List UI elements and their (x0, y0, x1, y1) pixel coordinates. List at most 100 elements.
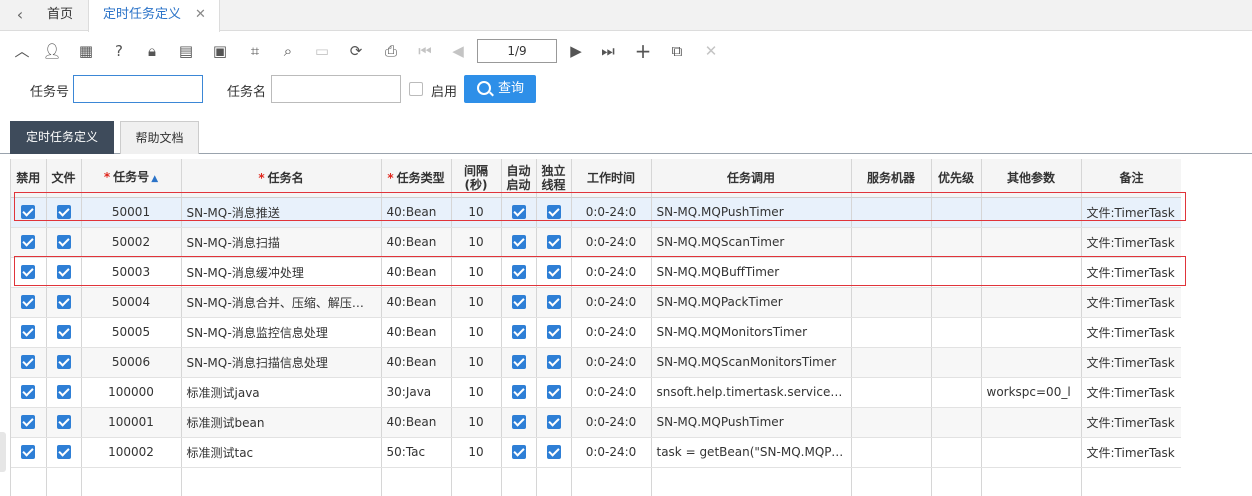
checked-checkbox-icon[interactable] (546, 355, 561, 370)
checked-checkbox-icon[interactable] (56, 235, 71, 250)
col-header-work-time[interactable]: 工作时间 (571, 159, 652, 198)
lock-icon[interactable]: 🔒︎ (142, 41, 162, 61)
checked-checkbox-icon[interactable] (21, 355, 36, 370)
table-row[interactable]: 50001 SN-MQ-消息推送 40:Bean 10 0:0-24:0 SN-MQ.MQ… (11, 197, 1181, 228)
checked-checkbox-icon[interactable] (21, 415, 36, 430)
col-header-task-name[interactable]: * 任务名 (181, 159, 382, 198)
col-header-file[interactable]: 文件 (46, 159, 82, 198)
checked-checkbox-icon[interactable] (511, 235, 526, 250)
tab-home[interactable]: 首页 (38, 0, 82, 31)
prev-page-icon[interactable]: ◀ (448, 41, 468, 61)
col-header-interval[interactable]: 间隔 (秒) (451, 159, 502, 198)
checked-checkbox-icon[interactable] (56, 205, 71, 220)
checked-checkbox-icon[interactable] (21, 235, 36, 250)
delete-icon[interactable]: ✕ (701, 41, 721, 61)
checked-checkbox-icon[interactable] (511, 325, 526, 340)
checked-checkbox-icon[interactable] (546, 325, 561, 340)
cell-auto-start[interactable] (501, 257, 537, 288)
col-header-disabled[interactable]: 禁用 (11, 159, 47, 198)
cell-file[interactable] (46, 377, 82, 408)
cell-independent[interactable] (536, 407, 572, 438)
cell-independent[interactable] (536, 197, 572, 228)
checked-checkbox-icon[interactable] (546, 205, 561, 220)
cell-file[interactable] (46, 257, 82, 288)
checked-checkbox-icon[interactable] (546, 415, 561, 430)
cell-disabled[interactable] (11, 377, 47, 408)
table-row[interactable]: 50005 SN-MQ-消息监控信息处理 40:Bean 10 0:0-24:0 SN-M… (11, 317, 1181, 348)
cell-file[interactable] (46, 347, 82, 378)
tab-timer-task-definition[interactable]: 定时任务定义 ✕ (88, 0, 220, 32)
col-header-server[interactable]: 服务机器 (851, 159, 932, 198)
task-name-input[interactable] (271, 75, 401, 103)
checked-checkbox-icon[interactable] (56, 445, 71, 460)
cell-disabled[interactable] (11, 317, 47, 348)
cell-independent[interactable] (536, 317, 572, 348)
cell-independent[interactable] (536, 287, 572, 318)
back-arrow-icon[interactable]: ‹ (10, 5, 30, 25)
subtab-timer-task-definition[interactable]: 定时任务定义 (10, 121, 114, 154)
col-header-auto-start[interactable]: 自动 启动 (501, 159, 537, 198)
user-icon[interactable]: 👤︎ (42, 41, 62, 61)
calculator-icon[interactable]: ▦ (76, 41, 96, 61)
cell-disabled[interactable] (11, 437, 47, 468)
print-icon[interactable]: ⎙ (381, 41, 401, 61)
subtab-help-docs[interactable]: 帮助文档 (120, 121, 199, 154)
table-row[interactable]: 100002 标准测试tac 50:Tac 10 0:0-24:0 task = getB… (11, 437, 1181, 468)
cell-file[interactable] (46, 437, 82, 468)
checked-checkbox-icon[interactable] (56, 415, 71, 430)
cell-auto-start[interactable] (501, 287, 537, 318)
cell-file[interactable] (46, 227, 82, 258)
checked-checkbox-icon[interactable] (56, 385, 71, 400)
checked-checkbox-icon[interactable] (56, 265, 71, 280)
checked-checkbox-icon[interactable] (546, 235, 561, 250)
cell-disabled[interactable] (11, 227, 47, 258)
table-row[interactable]: 100001 标准测试bean 40:Bean 10 0:0-24:0 SN-MQ.MQP… (11, 407, 1181, 438)
side-collapse-handle[interactable] (0, 432, 6, 472)
cell-disabled[interactable] (11, 197, 47, 228)
checked-checkbox-icon[interactable] (511, 385, 526, 400)
checked-checkbox-icon[interactable] (546, 265, 561, 280)
task-no-input[interactable] (73, 75, 203, 103)
col-header-remark[interactable]: 备注 (1081, 159, 1181, 198)
query-button[interactable]: 查询 (464, 75, 536, 103)
copy-icon[interactable]: ⧉ (667, 41, 687, 61)
checked-checkbox-icon[interactable] (21, 205, 36, 220)
table-row[interactable]: 50002 SN-MQ-消息扫描 40:Bean 10 0:0-24:0 SN-MQ.MQ… (11, 227, 1181, 258)
page-indicator[interactable]: 1/9 (477, 39, 557, 63)
checked-checkbox-icon[interactable] (511, 355, 526, 370)
checked-checkbox-icon[interactable] (546, 445, 561, 460)
cell-disabled[interactable] (11, 287, 47, 318)
col-header-priority[interactable]: 优先级 (931, 159, 982, 198)
checked-checkbox-icon[interactable] (56, 355, 71, 370)
cell-independent[interactable] (536, 347, 572, 378)
refresh-icon[interactable]: ⟳ (346, 41, 366, 61)
cell-file[interactable] (46, 197, 82, 228)
col-header-task-no[interactable]: * 任务号 ▲ (81, 159, 182, 198)
checked-checkbox-icon[interactable] (21, 325, 36, 340)
checked-checkbox-icon[interactable] (21, 295, 36, 310)
checked-checkbox-icon[interactable] (21, 445, 36, 460)
next-page-icon[interactable]: ▶ (566, 41, 586, 61)
checked-checkbox-icon[interactable] (511, 445, 526, 460)
cell-file[interactable] (46, 287, 82, 318)
crop-icon[interactable]: ⌗ (245, 41, 265, 61)
table-row[interactable]: 50003 SN-MQ-消息缓冲处理 40:Bean 10 0:0-24:0 SN-MQ.… (11, 257, 1181, 288)
cell-auto-start[interactable] (501, 377, 537, 408)
checked-checkbox-icon[interactable] (56, 295, 71, 310)
table-row[interactable]: 50004 SN-MQ-消息合并、压缩、解压处理 40:Bean 10 0:0-24:0… (11, 287, 1181, 318)
checked-checkbox-icon[interactable] (546, 385, 561, 400)
cell-auto-start[interactable] (501, 317, 537, 348)
cell-independent[interactable] (536, 257, 572, 288)
cell-auto-start[interactable] (501, 437, 537, 468)
first-page-icon[interactable]: ⏮ (415, 41, 435, 61)
cell-file[interactable] (46, 317, 82, 348)
cell-independent[interactable] (536, 227, 572, 258)
checked-checkbox-icon[interactable] (546, 295, 561, 310)
cell-disabled[interactable] (11, 407, 47, 438)
checked-checkbox-icon[interactable] (511, 415, 526, 430)
cell-auto-start[interactable] (501, 407, 537, 438)
col-header-params[interactable]: 其他参数 (981, 159, 1082, 198)
col-header-invoke[interactable]: 任务调用 (651, 159, 852, 198)
collapse-up-icon[interactable]: ︿ (12, 41, 32, 61)
close-icon[interactable]: ✕ (195, 0, 206, 30)
